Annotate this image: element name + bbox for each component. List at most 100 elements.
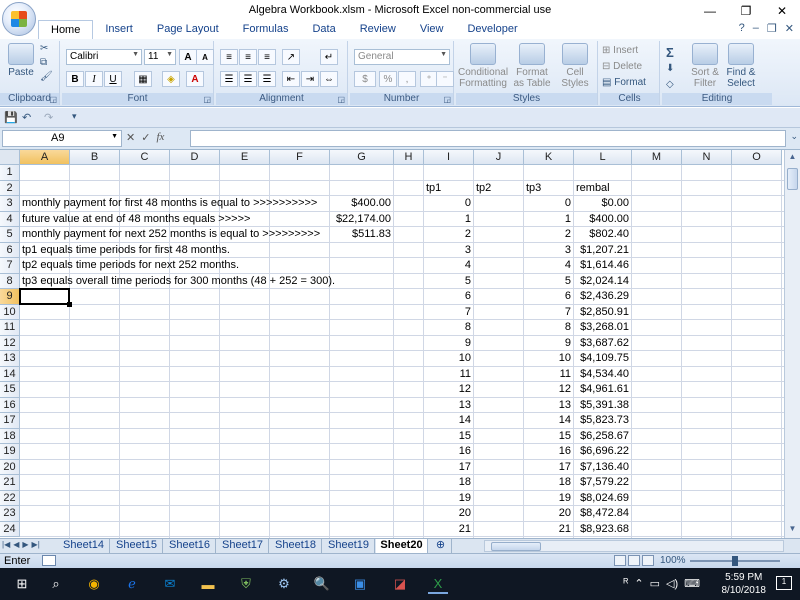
cell-i3[interactable]: 0 <box>424 196 474 211</box>
insert-function-button[interactable]: fx <box>156 131 164 144</box>
cell-l12[interactable]: $3,687.62 <box>574 336 632 351</box>
cell-a5[interactable]: monthly payment for next 252 months is e… <box>20 227 320 242</box>
row-header[interactable]: 3 <box>0 196 20 212</box>
row-header[interactable]: 10 <box>0 304 20 320</box>
tab-insert[interactable]: Insert <box>93 20 145 40</box>
cell-i8[interactable]: 5 <box>424 274 474 289</box>
column-header-e[interactable]: E <box>220 150 270 165</box>
cancel-entry-icon[interactable]: ✕ <box>126 131 135 144</box>
cell-a8[interactable]: tp3 equals overall time periods for 300 … <box>20 274 335 289</box>
align-center-icon[interactable]: ☰ <box>239 71 257 87</box>
cell-k12[interactable]: 9 <box>524 336 574 351</box>
scroll-thumb[interactable] <box>787 168 798 190</box>
sheet-tab[interactable]: Sheet16 <box>164 539 216 553</box>
normal-view-icon[interactable] <box>614 555 626 566</box>
cell-k24[interactable]: 21 <box>524 522 574 537</box>
font-size-select[interactable]: 11 ▼ <box>144 49 176 65</box>
delete-cells-button[interactable]: ⊟ Delete <box>602 61 642 72</box>
edge-icon[interactable]: ℯ <box>122 574 142 594</box>
cell-l7[interactable]: $1,614.46 <box>574 258 632 273</box>
cell-k22[interactable]: 19 <box>524 491 574 506</box>
volume-icon[interactable]: ◁) <box>666 577 678 590</box>
underline-button[interactable]: U <box>104 71 122 87</box>
dialog-launcher-icon[interactable]: ◲ <box>443 95 451 104</box>
zoom-knob[interactable] <box>732 556 738 566</box>
orientation-icon[interactable]: ↗ <box>282 49 300 65</box>
file-explorer-icon[interactable]: ▬ <box>198 574 218 594</box>
align-right-icon[interactable]: ☰ <box>258 71 276 87</box>
fill-handle[interactable] <box>67 301 72 307</box>
settings-icon[interactable]: ⚙ <box>274 574 294 594</box>
clock[interactable]: 5:59 PM 8/10/2018 <box>722 571 767 597</box>
cell-k23[interactable]: 20 <box>524 506 574 521</box>
zoom-level[interactable]: 100% <box>660 555 686 566</box>
cell-l2[interactable]: rembal <box>574 181 610 196</box>
expand-formula-bar-icon[interactable]: ⌄ <box>790 131 798 142</box>
name-box[interactable]: A9 ▼ <box>2 130 122 147</box>
comma-button[interactable]: , <box>398 71 416 87</box>
cell-k15[interactable]: 12 <box>524 382 574 397</box>
select-all-corner[interactable] <box>0 150 20 165</box>
copy-icon[interactable]: ⧉ <box>40 57 47 68</box>
cell-l11[interactable]: $3,268.01 <box>574 320 632 335</box>
macro-record-icon[interactable] <box>42 555 56 566</box>
notification-icon[interactable]: 1 <box>776 576 792 590</box>
cell-l23[interactable]: $8,472.84 <box>574 506 632 521</box>
fill-color-icon[interactable]: ◈ <box>162 71 180 87</box>
conditional-formatting-button[interactable]: Conditional Formatting <box>458 43 508 89</box>
row-header[interactable]: 20 <box>0 459 20 475</box>
row-header[interactable]: 8 <box>0 273 20 289</box>
row-header[interactable]: 4 <box>0 211 20 227</box>
cell-l3[interactable]: $0.00 <box>574 196 632 211</box>
cell-l20[interactable]: $7,136.40 <box>574 460 632 475</box>
vertical-scrollbar[interactable]: ▲ ▼ <box>784 150 800 538</box>
tab-review[interactable]: Review <box>348 20 408 40</box>
insert-sheet-icon[interactable]: ⊕ <box>430 539 452 553</box>
next-sheet-icon[interactable]: ▶ <box>22 540 28 549</box>
borders-icon[interactable]: ▦ <box>134 71 152 87</box>
format-cells-button[interactable]: ▤ Format <box>602 77 646 88</box>
cell-k21[interactable]: 18 <box>524 475 574 490</box>
align-top-icon[interactable]: ≡ <box>220 49 238 65</box>
cell-i13[interactable]: 10 <box>424 351 474 366</box>
cell-k18[interactable]: 15 <box>524 429 574 444</box>
magnifier-icon[interactable]: 🔍 <box>312 574 332 594</box>
keyboard-icon[interactable]: ⌨ <box>684 577 700 590</box>
cell-i19[interactable]: 16 <box>424 444 474 459</box>
cell-k10[interactable]: 7 <box>524 305 574 320</box>
merge-center-icon[interactable]: ⇔ <box>320 71 338 87</box>
format-painter-icon[interactable]: 🖌 <box>40 71 53 82</box>
sheet-tab[interactable]: Sheet15 <box>111 539 163 553</box>
cell-i2[interactable]: tp1 <box>424 181 441 196</box>
cell-l8[interactable]: $2,024.14 <box>574 274 632 289</box>
clear-icon[interactable]: ◇ <box>666 79 674 90</box>
cell-l22[interactable]: $8,024.69 <box>574 491 632 506</box>
cell-l19[interactable]: $6,696.22 <box>574 444 632 459</box>
close-icon[interactable]: ✕ <box>764 0 800 22</box>
save-icon[interactable]: 💾 <box>4 111 18 124</box>
cell-i22[interactable]: 19 <box>424 491 474 506</box>
row-header[interactable]: 6 <box>0 242 20 258</box>
tab-home[interactable]: Home <box>38 20 94 40</box>
cell-styles-button[interactable]: Cell Styles <box>556 43 594 89</box>
ribbon-close-icon[interactable]: ✕ <box>785 22 794 35</box>
cell-i5[interactable]: 2 <box>424 227 474 242</box>
sheet-tab[interactable]: Sheet14 <box>58 539 110 553</box>
column-header-l[interactable]: L <box>574 150 632 165</box>
row-header[interactable]: 19 <box>0 444 20 460</box>
network-icon[interactable]: ▭ <box>650 577 660 590</box>
sheet-tab-active[interactable]: Sheet20 <box>376 539 428 553</box>
restore-icon[interactable]: ❐ <box>728 0 764 22</box>
cell-i15[interactable]: 12 <box>424 382 474 397</box>
cell-k14[interactable]: 11 <box>524 367 574 382</box>
percent-button[interactable]: % <box>379 71 397 87</box>
row-header[interactable]: 24 <box>0 521 20 537</box>
grow-font-button[interactable]: A <box>179 49 197 65</box>
row-header[interactable]: 7 <box>0 258 20 274</box>
cell-i21[interactable]: 18 <box>424 475 474 490</box>
person-icon[interactable]: ᴿ <box>623 577 628 590</box>
cell-i18[interactable]: 15 <box>424 429 474 444</box>
row-header[interactable]: 22 <box>0 490 20 506</box>
cell-i9[interactable]: 6 <box>424 289 474 304</box>
column-header-i[interactable]: I <box>424 150 474 165</box>
